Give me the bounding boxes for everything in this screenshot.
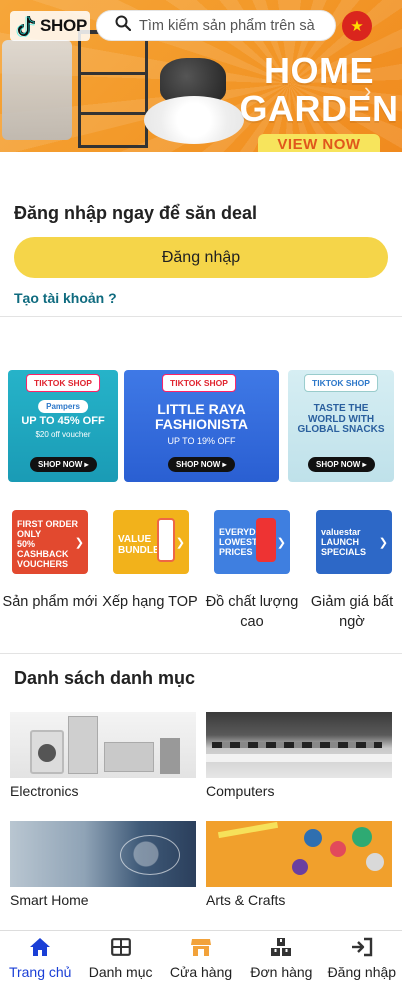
search-bar[interactable] (96, 10, 336, 41)
tiktok-shop-logo[interactable]: SHOP (10, 11, 90, 41)
nav-label: Cửa hàng (169, 964, 233, 980)
category-image-smart-home[interactable] (10, 821, 196, 887)
search-icon (115, 15, 132, 36)
tile-label-flash-sale[interactable]: Giảm giá bất ngờ (304, 592, 400, 632)
shop-now-button[interactable]: SHOP NOW (168, 457, 235, 472)
promo-badge: TIKTOK SHOP (26, 374, 100, 392)
tile-label-high-quality[interactable]: Đồ chất lượng cao (203, 592, 301, 632)
tile-value-bundles[interactable]: VALUE BUNDLES ❯ (113, 510, 189, 574)
promo-banner-pampers[interactable]: TIKTOK SHOP Pampers UP TO 45% OFF $20 of… (8, 370, 118, 482)
nav-store[interactable]: Cửa hàng (161, 931, 241, 984)
shop-now-button[interactable]: SHOP NOW (308, 457, 375, 472)
promo-banner-fashion[interactable]: TIKTOK SHOP LITTLE RAYA FASHIONISTA UP T… (124, 370, 279, 482)
vietnam-flag-icon[interactable]: ★ (342, 11, 372, 41)
nav-login[interactable]: Đăng nhập (322, 931, 402, 984)
login-prompt-title: Đăng nhập ngay để săn deal (14, 203, 258, 223)
tile-launch-specials[interactable]: valuestar LAUNCH SPECIALS ❯ (316, 510, 392, 574)
chevron-right-icon: ❯ (74, 537, 84, 549)
nav-orders[interactable]: Đơn hàng (241, 931, 321, 984)
logo-text: SHOP (40, 16, 87, 35)
category-label-electronics[interactable]: Electronics (10, 783, 78, 799)
categories-title: Danh sách danh mục (14, 668, 196, 688)
store-icon (190, 937, 212, 957)
tile-label-new-products[interactable]: Sản phẩm mới (2, 592, 98, 612)
category-label-smart-home[interactable]: Smart Home (10, 892, 89, 908)
promo-headline: TASTE THE WORLD WITH GLOBAL SNACKS (297, 403, 385, 435)
product-snack-image (256, 518, 276, 562)
grid-icon (110, 937, 131, 957)
shop-now-button[interactable]: SHOP NOW (30, 457, 97, 472)
category-image-arts-crafts[interactable] (206, 821, 392, 887)
tile-cashback[interactable]: FIRST ORDER ONLY 50% CASHBACK VOUCHERS ❯ (12, 510, 88, 574)
nav-categories[interactable]: Danh mục (80, 931, 160, 984)
nav-label: Đơn hàng (250, 964, 313, 980)
product-bottle-image (157, 518, 175, 562)
nav-label: Đăng nhập (327, 964, 397, 980)
promo-headline: LITTLE RAYA FASHIONISTA (154, 401, 249, 432)
tile-label-top-ranking[interactable]: Xếp hạng TOP (102, 592, 198, 612)
bottom-navigation: Trang chủ Danh mục Cửa hàng Đơn hàng Đăn… (0, 930, 402, 984)
promo-brand: Pampers (38, 400, 88, 413)
chevron-right-icon: ❯ (378, 537, 388, 549)
promo-badge: TIKTOK SHOP (162, 374, 236, 392)
hero-mop-image (2, 40, 72, 140)
boxes-icon (270, 937, 292, 957)
view-now-button[interactable]: VIEW NOW (258, 134, 380, 152)
search-input[interactable] (139, 17, 335, 34)
create-account-link[interactable]: Tạo tài khoản ? (14, 290, 117, 306)
category-label-arts-crafts[interactable]: Arts & Crafts (206, 892, 285, 908)
hero-title: HOME GARDEN (239, 50, 399, 129)
promo-badge: TIKTOK SHOP (304, 374, 378, 392)
divider (0, 653, 402, 654)
login-button[interactable]: Đăng nhập (14, 237, 388, 278)
hero-shelf-image (78, 30, 148, 148)
nav-label: Danh mục (88, 964, 153, 980)
nav-home[interactable]: Trang chủ (0, 931, 80, 984)
divider (0, 316, 402, 317)
promo-sub: UP TO 19% OFF (167, 436, 236, 446)
category-label-computers[interactable]: Computers (206, 783, 274, 799)
tiktok-note-icon (16, 15, 36, 37)
category-image-computers[interactable] (206, 712, 392, 778)
category-image-electronics[interactable] (10, 712, 196, 778)
tile-lowest-prices[interactable]: EVERYDAY LOWEST PRICES ❯ (214, 510, 290, 574)
nav-label: Trang chủ (8, 964, 72, 980)
home-icon (29, 937, 51, 957)
chevron-right-icon[interactable]: › (364, 78, 371, 104)
chevron-right-icon: ❯ (175, 537, 185, 549)
promo-headline: UP TO 45% OFF (21, 415, 105, 427)
promo-banner-snacks[interactable]: TIKTOK SHOP TASTE THE WORLD WITH GLOBAL … (288, 370, 394, 482)
hero-plate-image (144, 96, 244, 144)
chevron-right-icon: ❯ (276, 537, 286, 549)
login-icon (351, 937, 373, 957)
promo-sub: $20 off voucher (35, 430, 91, 439)
